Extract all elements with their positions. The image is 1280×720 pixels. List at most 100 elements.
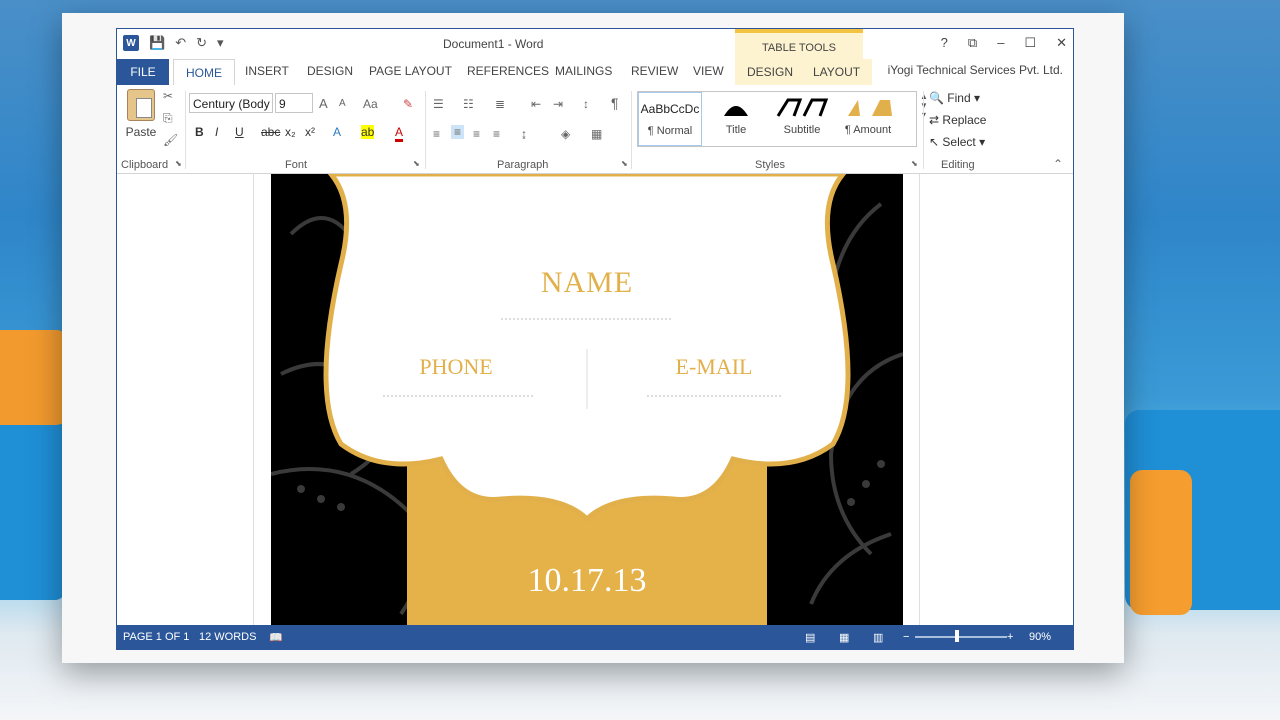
style-amount[interactable]: ¶ Amount — [836, 92, 900, 146]
styles-launcher-icon[interactable]: ⬊ — [911, 159, 918, 168]
borders-icon[interactable]: ▦ — [591, 127, 602, 141]
paragraph-launcher-icon[interactable]: ⬊ — [621, 159, 628, 168]
maximize-button[interactable]: ☐ — [1024, 35, 1036, 51]
zoom-slider[interactable] — [915, 636, 1007, 638]
align-center-icon[interactable]: ≡ — [451, 125, 465, 139]
grow-font-button[interactable]: A — [319, 96, 328, 111]
tab-insert[interactable]: INSERT — [245, 64, 289, 78]
tab-table-design[interactable]: DESIGN — [735, 59, 806, 85]
decrease-indent-icon[interactable]: ⇤ — [531, 97, 541, 111]
divider — [631, 91, 632, 169]
word-window: W 💾 ↶ ↻ ▾ Document1 - Word TABLE TOOLS ?… — [116, 28, 1074, 650]
tab-mailings[interactable]: MAILINGS — [555, 64, 612, 78]
select-button[interactable]: ↖ Select ▾ — [929, 135, 985, 149]
ribbon-tabs: FILE HOME INSERT DESIGN PAGE LAYOUT REFE… — [117, 59, 1073, 87]
status-bar: PAGE 1 OF 1 12 WORDS 📖 ▤ ▦ ▥ − + 90% — [117, 625, 1073, 649]
redo-icon[interactable]: ↻ — [196, 35, 207, 51]
bullets-icon[interactable]: ☰ — [433, 97, 444, 111]
minimize-button[interactable]: – — [997, 35, 1004, 51]
font-name-select[interactable]: Century (Body — [189, 93, 273, 113]
page-count[interactable]: PAGE 1 OF 1 — [123, 631, 189, 643]
justify-icon[interactable]: ≡ — [493, 127, 500, 141]
read-mode-icon[interactable]: ▤ — [805, 631, 815, 644]
subscript-button[interactable]: x₂ — [285, 125, 296, 139]
tab-review[interactable]: REVIEW — [631, 64, 678, 78]
clipboard-launcher-icon[interactable]: ⬊ — [175, 159, 182, 168]
format-painter-icon[interactable]: 🖌 — [163, 133, 178, 147]
zoom-slider-thumb[interactable] — [955, 630, 959, 642]
superscript-button[interactable]: x² — [305, 125, 315, 139]
style-normal[interactable]: AaBbCcDc ¶ Normal — [638, 92, 702, 146]
line-spacing-icon[interactable]: ↨ — [521, 127, 527, 141]
font-color-icon[interactable]: A — [395, 125, 404, 142]
change-case-button[interactable]: Aa — [363, 97, 378, 111]
multilevel-list-icon[interactable]: ≣ — [495, 97, 505, 111]
font-size-select[interactable]: 9 — [275, 93, 313, 113]
close-button[interactable]: ✕ — [1056, 35, 1067, 51]
help-button[interactable]: ? — [941, 35, 948, 51]
customize-qat-icon[interactable]: ▾ — [217, 35, 224, 51]
tab-design[interactable]: DESIGN — [307, 64, 353, 78]
underline-button[interactable]: U — [235, 125, 244, 139]
replace-button[interactable]: ⇄ Replace — [929, 113, 986, 127]
word-logo-icon: W — [123, 35, 139, 51]
show-marks-button[interactable]: ¶ — [611, 95, 619, 111]
title-style-preview-icon — [704, 92, 768, 124]
name-field[interactable]: NAME — [271, 266, 903, 300]
style-label: Title — [725, 124, 747, 136]
collapse-ribbon-icon[interactable]: ⌃ — [1053, 157, 1063, 171]
cut-icon[interactable]: ✂ — [163, 89, 173, 103]
divider — [425, 91, 426, 169]
italic-button[interactable]: I — [215, 125, 218, 139]
divider — [923, 91, 924, 169]
align-left-icon[interactable]: ≡ — [433, 127, 440, 141]
zoom-in-button[interactable]: + — [1007, 631, 1013, 643]
print-layout-icon[interactable]: ▦ — [839, 631, 849, 644]
zoom-out-button[interactable]: − — [903, 631, 909, 643]
paste-button[interactable]: Paste — [125, 89, 157, 139]
sort-icon[interactable]: ↕ — [583, 97, 589, 111]
tab-references[interactable]: REFERENCES — [467, 64, 549, 78]
tab-view[interactable]: VIEW — [693, 64, 724, 78]
undo-icon[interactable]: ↶ — [175, 35, 186, 51]
strikethrough-icon[interactable]: abc — [261, 125, 280, 139]
save-icon[interactable]: 💾 — [149, 35, 165, 51]
styles-group-label: Styles — [755, 159, 785, 171]
style-subtitle[interactable]: Subtitle — [770, 92, 834, 146]
shrink-font-button[interactable]: A — [339, 98, 346, 109]
tab-table-layout[interactable]: LAYOUT — [801, 59, 873, 85]
text-effects-icon[interactable]: A — [333, 125, 341, 139]
shading-icon[interactable]: ◈ — [561, 127, 570, 141]
increase-indent-icon[interactable]: ⇥ — [553, 97, 563, 111]
copy-icon[interactable]: ⎘ — [163, 111, 173, 126]
date-field[interactable]: 10.17.13 — [271, 562, 903, 600]
select-label: Select — [942, 135, 976, 149]
account-name[interactable]: iYogi Technical Services Pvt. Ltd. — [888, 63, 1063, 77]
document-page[interactable]: NAME PHONE E-MAIL 10.17.13 — [271, 174, 903, 625]
style-title[interactable]: Title — [704, 92, 768, 146]
editing-group-label: Editing — [941, 159, 975, 171]
invitation-artwork — [271, 174, 903, 625]
phone-field[interactable]: PHONE — [381, 354, 531, 380]
document-area[interactable]: NAME PHONE E-MAIL 10.17.13 — [117, 174, 1073, 625]
align-right-icon[interactable]: ≡ — [473, 127, 480, 141]
ribbon-display-button[interactable]: ⧉ — [968, 35, 977, 51]
divider — [185, 91, 186, 169]
numbering-icon[interactable]: ☷ — [463, 97, 474, 111]
find-button[interactable]: 🔍 Find ▾ — [929, 91, 980, 105]
bold-button[interactable]: B — [195, 125, 204, 139]
paste-label: Paste — [125, 125, 157, 139]
tab-file[interactable]: FILE — [117, 59, 169, 85]
zoom-level[interactable]: 90% — [1029, 631, 1051, 643]
desktop-background-shape — [0, 410, 65, 600]
font-launcher-icon[interactable]: ⬊ — [413, 159, 420, 168]
tab-home[interactable]: HOME — [173, 59, 235, 87]
email-field[interactable]: E-MAIL — [639, 354, 789, 380]
word-count[interactable]: 12 WORDS — [199, 631, 256, 643]
paragraph-group-label: Paragraph — [497, 159, 549, 171]
web-layout-icon[interactable]: ▥ — [873, 631, 883, 644]
proofing-icon[interactable]: 📖 — [269, 631, 283, 644]
clear-formatting-icon[interactable]: ✎ — [403, 97, 413, 111]
tab-page-layout[interactable]: PAGE LAYOUT — [369, 64, 452, 78]
highlight-icon[interactable]: ab — [361, 125, 375, 139]
